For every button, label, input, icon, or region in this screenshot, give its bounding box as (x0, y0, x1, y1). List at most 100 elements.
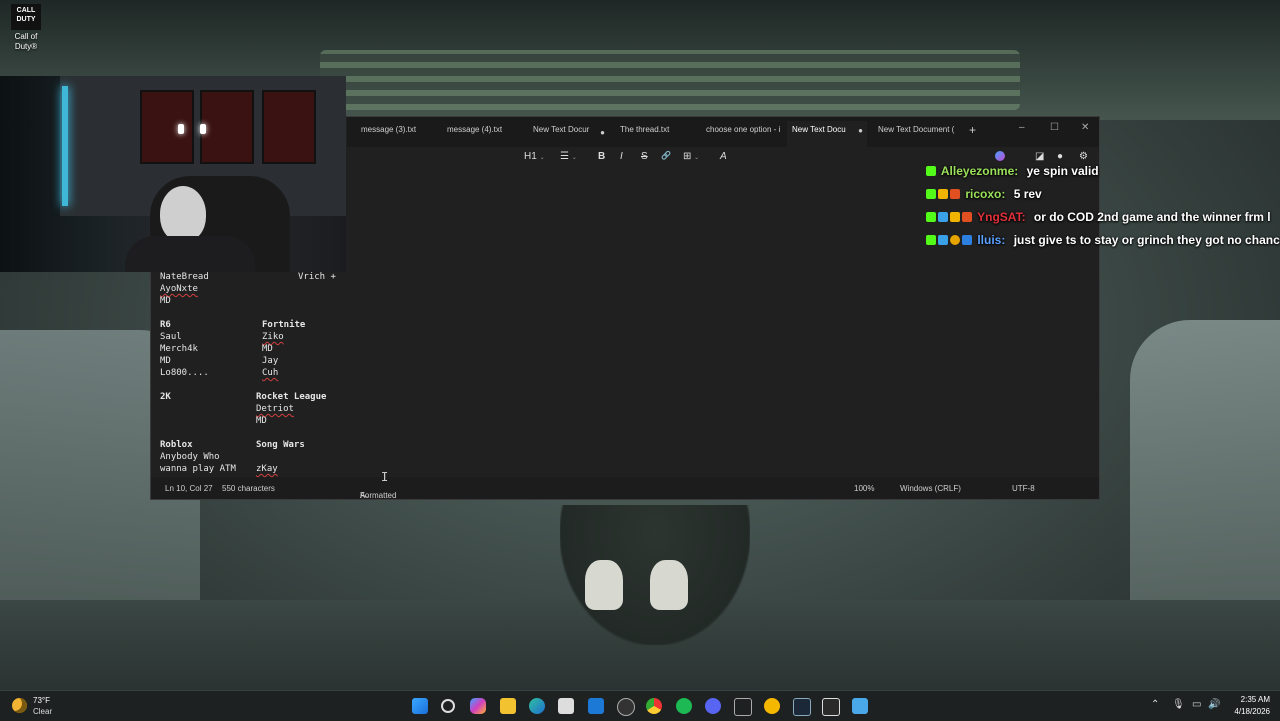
chevron-up-icon[interactable]: ⌃ (1151, 699, 1159, 710)
tab-bar: message (3).txt message (4).txt New Text… (347, 117, 1099, 147)
line-15-right: Song Wars (256, 440, 305, 450)
table-dropdown[interactable]: ⊞ ⌄ (683, 151, 699, 162)
discord-icon[interactable] (705, 698, 721, 714)
crown-badge-icon (950, 212, 960, 222)
character-count: 550 characters (222, 484, 275, 493)
start-windows-icon[interactable] (412, 698, 428, 714)
settings-gear-icon[interactable]: ⚙ (1079, 151, 1088, 162)
moon-icon (12, 698, 27, 713)
line-13-right: MD (256, 416, 267, 426)
encoding[interactable]: UTF-8 (1012, 484, 1035, 493)
desktop-icon-call-of-duty[interactable]: CALL DUTY Call of Duty® (6, 4, 46, 52)
chat-username: lluis: (977, 233, 1006, 247)
network-icon[interactable]: ▭ (1192, 699, 1201, 710)
chat-text: just give ts to stay or grinch they got … (1013, 233, 1280, 247)
chat-message: lluis: just give ts to stay or grinch th… (926, 233, 1280, 256)
line-ending[interactable]: Windows (CRLF) (900, 484, 961, 493)
wallpaper-hand-right (650, 560, 688, 610)
line-12-right: Detriot (256, 404, 294, 414)
tab-message-4[interactable]: message (4).txt (447, 125, 527, 141)
stream-chat: Alleyezonme: ye spin valid ricoxo: 5 rev… (926, 164, 1280, 256)
text-cursor-icon: I (381, 470, 389, 484)
line-15-left: Roblox (160, 440, 193, 450)
people-app-icon[interactable] (764, 698, 780, 714)
line-7-right: MD (262, 344, 273, 354)
strikethrough-button[interactable]: S (641, 151, 648, 162)
heading-label: H1 (524, 151, 537, 162)
tab-new-text-doc-2[interactable]: New Text Document ( (878, 125, 958, 141)
microsoft-store-icon[interactable] (558, 698, 574, 714)
line-11-right: Rocket League (256, 392, 327, 402)
chevron-down-icon: ⌄ (694, 155, 700, 161)
subscriber-badge-icon (938, 235, 948, 245)
link-button[interactable]: 🔗 (661, 151, 671, 160)
line-8-right: Jay (262, 356, 279, 366)
webcam-person-body (125, 236, 255, 272)
outlook-icon[interactable] (588, 698, 604, 714)
new-tab-button[interactable]: + (969, 123, 976, 137)
volume-icon[interactable]: 🔊 (1208, 699, 1220, 710)
tab-the-thread[interactable]: The thread.txt (620, 125, 700, 141)
clock-date: 4/18/2026 (1234, 707, 1270, 716)
italic-button[interactable]: I (620, 151, 623, 162)
file-explorer-icon[interactable] (500, 698, 516, 714)
line-1-right: Vrich + (298, 272, 336, 282)
webcam-poster (262, 90, 316, 164)
subscriber-badge-icon (938, 212, 948, 222)
heading-dropdown[interactable]: H1 ⌄ (524, 151, 545, 162)
wallpaper-seat-right (1130, 320, 1280, 630)
notepad-icon[interactable] (852, 698, 868, 714)
chevron-down-icon: ⌄ (539, 155, 545, 161)
line-11-left: 2K (160, 392, 171, 402)
line-17-right: zKay (256, 464, 278, 474)
gift-badge-icon (962, 212, 972, 222)
copilot-icon[interactable] (470, 698, 486, 714)
spotify-icon[interactable] (676, 698, 692, 714)
close-button[interactable]: ✕ (1081, 122, 1089, 133)
kick-badge-icon (926, 189, 936, 199)
tab-new-text-doc-1[interactable]: New Text Docur ● (533, 125, 605, 141)
steam-icon[interactable] (793, 698, 811, 716)
gift-badge-icon (950, 189, 960, 199)
search-icon[interactable] (441, 699, 455, 713)
edge-browser-icon[interactable] (529, 698, 545, 714)
zoom-level[interactable]: 100% (854, 484, 874, 493)
minimize-button[interactable]: – (1019, 122, 1025, 133)
tab-label: The thread.txt (620, 125, 670, 134)
chat-username: ricoxo: (965, 187, 1006, 201)
xbox-icon[interactable] (734, 698, 752, 716)
webcam-poster (200, 90, 254, 164)
cursor-position: Ln 10, Col 27 (165, 484, 213, 493)
tab-message-3[interactable]: message (3).txt (361, 125, 441, 141)
kick-badge-icon (926, 166, 936, 176)
chat-username: Alleyezonme: (940, 164, 1019, 178)
system-clock[interactable]: 2:35 AM 4/18/2026 (1226, 694, 1270, 718)
status-bar: Ln 10, Col 27 550 characters A̶ Formatte… (151, 477, 1099, 500)
webcam-lamp (200, 124, 206, 134)
unsaved-dot-icon: ● (858, 126, 863, 135)
tab-choose-one-option[interactable]: choose one option - i (706, 125, 786, 141)
line-16-left: Anybody Who (160, 452, 220, 462)
line-6-right: Ziko (262, 332, 284, 342)
announcement-icon[interactable]: ◪ (1035, 151, 1044, 162)
line-6-left: Saul (160, 332, 182, 342)
webcam-overlay (0, 76, 346, 272)
bold-button[interactable]: B (598, 151, 605, 162)
microphone-icon[interactable]: 🎙 (1172, 699, 1185, 710)
line-5-right: Fortnite (262, 320, 306, 330)
desktop-icon-label: Call of Duty® (14, 32, 38, 51)
clock-time: 2:35 AM (1240, 695, 1270, 704)
chrome-icon[interactable] (646, 698, 662, 714)
line-1-left: NateBread (160, 272, 209, 282)
chatgpt-icon[interactable] (617, 698, 635, 716)
tab-new-text-doc-active[interactable]: New Text Docu ● (787, 121, 867, 147)
weather-temperature: 73°F (33, 696, 50, 705)
list-dropdown[interactable]: ☰ ⌄ (560, 151, 577, 162)
clear-formatting-button[interactable]: A (720, 151, 727, 162)
epic-games-icon[interactable] (822, 698, 840, 716)
line-8-left: MD (160, 356, 171, 366)
copilot-icon[interactable] (995, 151, 1005, 164)
account-icon[interactable]: ● (1057, 151, 1063, 162)
chat-text: ye spin valid (1026, 164, 1099, 178)
maximize-button[interactable]: ☐ (1050, 122, 1059, 133)
